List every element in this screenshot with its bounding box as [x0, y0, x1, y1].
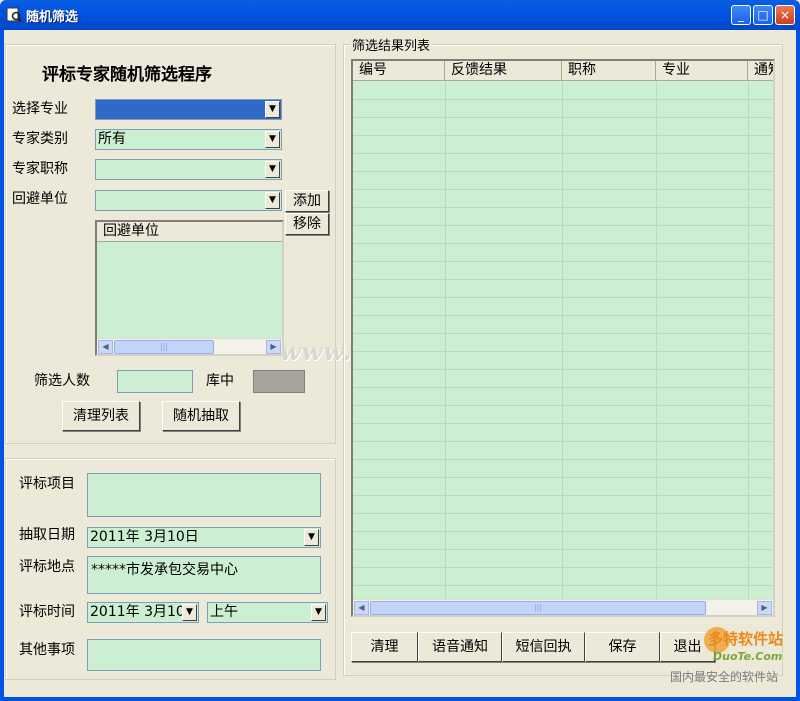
grid-row-line: [353, 171, 773, 172]
other-input[interactable]: [87, 639, 321, 671]
grid-row-line: [353, 369, 773, 370]
scroll-right-icon[interactable]: ▶: [266, 340, 281, 354]
category-value: 所有: [98, 131, 126, 147]
chevron-down-icon[interactable]: ▼: [265, 101, 280, 118]
grid-row-line: [353, 459, 773, 460]
results-list[interactable]: 编号 反馈结果 职称 专业 通知 ◀ ||| ▶: [351, 59, 775, 617]
count-input[interactable]: [117, 370, 193, 393]
title-bar: 随机筛选 _ □ ×: [0, 0, 800, 30]
results-grid: [353, 61, 773, 615]
chevron-down-icon[interactable]: ▼: [265, 192, 280, 209]
sms-receipt-button[interactable]: 短信回执: [502, 632, 585, 662]
chevron-down-icon[interactable]: ▼: [265, 161, 280, 178]
time-date-picker[interactable]: 2011年 3月10 ▼: [87, 602, 199, 623]
scroll-left-icon[interactable]: ◀: [98, 340, 113, 354]
grid-row-line: [353, 513, 773, 514]
grid-row-line: [353, 477, 773, 478]
grid-column-line: [748, 81, 749, 599]
avoid-label: 回避单位: [12, 191, 68, 207]
voice-notify-button[interactable]: 语音通知: [418, 632, 502, 662]
grid-row-line: [353, 333, 773, 334]
major-label: 选择专业: [12, 101, 68, 117]
date-label: 抽取日期: [19, 527, 75, 543]
grid-row-line: [353, 153, 773, 154]
program-heading: 评标专家随机筛选程序: [42, 65, 212, 85]
grid-row-line: [353, 189, 773, 190]
save-button[interactable]: 保存: [585, 632, 660, 662]
corner-brand: 多特软件站: [708, 630, 784, 648]
item-input[interactable]: [87, 473, 321, 517]
title-select[interactable]: ▼: [95, 159, 282, 180]
chevron-down-icon[interactable]: ▼: [265, 131, 280, 148]
grid-row-line: [353, 423, 773, 424]
avoid-list-scrollbar[interactable]: ◀ ||| ▶: [97, 338, 282, 354]
window-title: 随机筛选: [26, 10, 79, 25]
grid-row-line: [353, 549, 773, 550]
grid-row-line: [353, 135, 773, 136]
item-label: 评标项目: [19, 476, 75, 492]
category-select[interactable]: 所有 ▼: [95, 129, 282, 150]
grid-column-line: [656, 81, 657, 599]
date-picker[interactable]: 2011年 3月10日 ▼: [87, 527, 321, 548]
stock-label: 库中: [206, 373, 234, 389]
close-button[interactable]: ×: [775, 5, 795, 25]
grid-row-line: [353, 495, 773, 496]
corner-domain: DuoTe.Com: [713, 650, 783, 663]
minimize-button[interactable]: _: [731, 5, 751, 25]
chevron-down-icon[interactable]: ▼: [304, 529, 319, 546]
grid-column-line: [562, 81, 563, 599]
grid-row-line: [353, 441, 773, 442]
title-label: 专家职称: [12, 161, 68, 177]
grid-row-line: [353, 585, 773, 586]
grid-row-line: [353, 225, 773, 226]
app-icon: [6, 7, 22, 23]
time-period-select[interactable]: 上午 ▼: [207, 602, 328, 623]
date-value: 2011年 3月10日: [90, 529, 199, 545]
grid-row-line: [353, 405, 773, 406]
grid-row-line: [353, 261, 773, 262]
avoid-list-header[interactable]: 回避单位: [97, 222, 282, 242]
grid-row-line: [353, 315, 773, 316]
clean-button[interactable]: 清理: [351, 632, 418, 662]
corner-watermark: 多特软件站 DuoTe.Com 国内最安全的软件站: [668, 620, 798, 695]
place-label: 评标地点: [19, 559, 75, 575]
count-label: 筛选人数: [34, 373, 90, 389]
chevron-down-icon[interactable]: ▼: [311, 604, 326, 621]
clear-list-button[interactable]: 清理列表: [62, 401, 140, 431]
grid-row-line: [353, 243, 773, 244]
grid-row-line: [353, 279, 773, 280]
grid-column-line: [445, 81, 446, 599]
grid-row-line: [353, 351, 773, 352]
scroll-left-icon[interactable]: ◀: [354, 601, 369, 615]
time-date-value: 2011年 3月10: [90, 604, 185, 620]
scroll-thumb[interactable]: |||: [370, 601, 706, 615]
grid-row-line: [353, 297, 773, 298]
corner-tagline: 国内最安全的软件站: [670, 670, 779, 684]
grid-row-line: [353, 207, 773, 208]
add-button[interactable]: 添加: [285, 190, 329, 212]
remove-button[interactable]: 移除: [285, 213, 329, 235]
time-period-value: 上午: [210, 604, 238, 620]
results-scrollbar[interactable]: ◀ ||| ▶: [353, 599, 773, 615]
major-select[interactable]: ▼: [95, 99, 282, 120]
grid-row-line: [353, 387, 773, 388]
scroll-right-icon[interactable]: ▶: [757, 601, 772, 615]
chevron-down-icon[interactable]: ▼: [182, 604, 197, 621]
grid-row-line: [353, 99, 773, 100]
place-input[interactable]: *****市发承包交易中心: [87, 556, 321, 594]
avoid-select[interactable]: ▼: [95, 190, 282, 211]
time-label: 评标时间: [19, 604, 75, 620]
stock-count: [253, 370, 305, 393]
other-label: 其他事项: [19, 642, 75, 658]
results-group-label: 筛选结果列表: [350, 35, 433, 54]
grid-row-line: [353, 567, 773, 568]
avoid-list[interactable]: 回避单位 ◀ ||| ▶: [95, 220, 284, 356]
grid-row-line: [353, 117, 773, 118]
category-label: 专家类别: [12, 131, 68, 147]
random-pick-button[interactable]: 随机抽取: [162, 401, 240, 431]
grid-row-line: [353, 531, 773, 532]
maximize-button[interactable]: □: [753, 5, 773, 25]
scroll-thumb[interactable]: |||: [114, 340, 214, 354]
